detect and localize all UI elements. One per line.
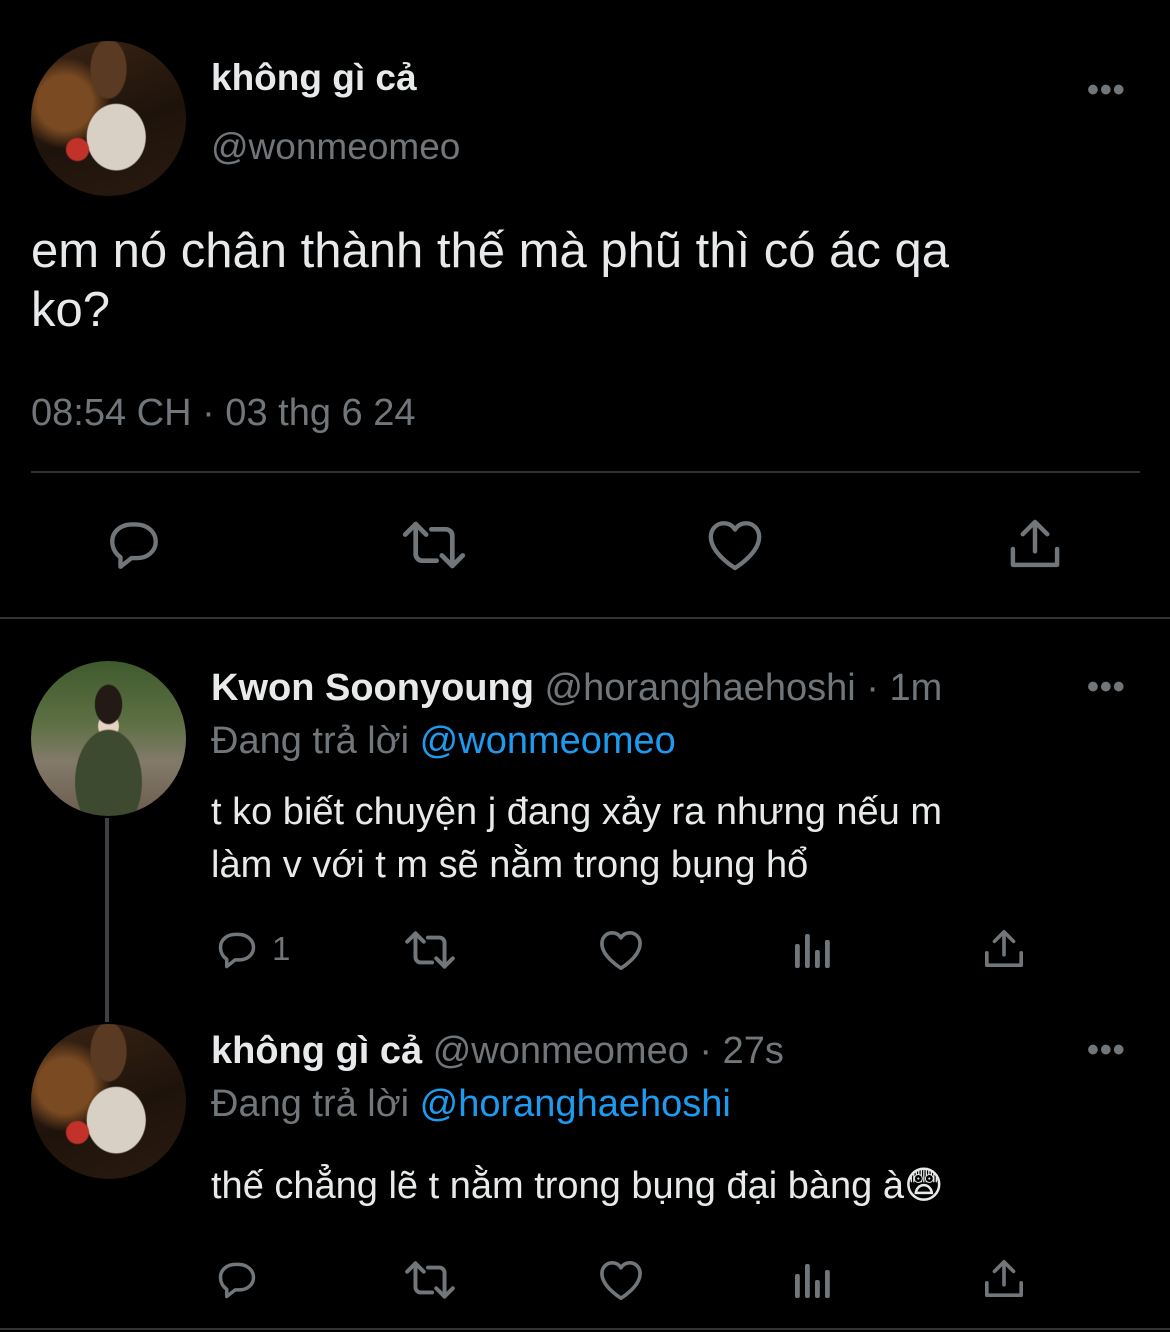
- like-icon: [708, 521, 762, 571]
- reply-handle[interactable]: @horanghaehoshi: [545, 667, 856, 709]
- replying-to: Đang trả lời @horanghaehoshi: [211, 1083, 731, 1126]
- reply-display-name[interactable]: Kwon Soonyoung: [211, 667, 534, 709]
- more-options-button[interactable]: •••: [1087, 670, 1126, 704]
- author-avatar[interactable]: [31, 41, 186, 196]
- reply-text-line: thế chẳng lẽ t nằm trong bụng đại bàng à: [211, 1165, 904, 1207]
- more-options-button[interactable]: •••: [1087, 1033, 1126, 1067]
- replying-label: Đang trả lời: [211, 1083, 410, 1125]
- replying-to-link[interactable]: @horanghaehoshi: [420, 1083, 731, 1125]
- replying-to: Đang trả lời @wonmeomeo: [211, 720, 676, 763]
- reply-text: t ko biết chuyện j đang xảy ra nhưng nếu…: [211, 786, 942, 892]
- like-button[interactable]: [598, 929, 644, 971]
- tweet-text-line: em nó chân thành thế mà phũ thì có ác qa: [31, 224, 950, 278]
- views-icon: [795, 1264, 830, 1298]
- reply-icon: [218, 1262, 256, 1299]
- reply-button[interactable]: [214, 928, 260, 972]
- reply-header: không gì cả @wonmeomeo · 27s: [211, 1030, 784, 1073]
- reply-time[interactable]: · 27s: [699, 1030, 783, 1072]
- reply-text-line: làm v với t m sẽ nằm trong bụng hổ: [211, 844, 809, 886]
- like-button[interactable]: [706, 518, 764, 572]
- fearful-face-emoji: 😨: [903, 1165, 944, 1207]
- like-icon: [600, 931, 642, 970]
- share-button[interactable]: [983, 927, 1025, 971]
- reply-handle[interactable]: @wonmeomeo: [433, 1030, 689, 1072]
- views-button[interactable]: [792, 1260, 834, 1300]
- reply-display-name[interactable]: không gì cả: [211, 1030, 422, 1072]
- reply-text-line: t ko biết chuyện j đang xảy ra nhưng nếu…: [211, 791, 942, 833]
- divider: [31, 471, 1140, 473]
- like-icon: [600, 1261, 642, 1300]
- tweet-text-line: ko?: [31, 283, 111, 337]
- author-display-name[interactable]: không gì cả: [211, 57, 417, 99]
- retweet-button[interactable]: [400, 518, 468, 572]
- like-button[interactable]: [598, 1259, 644, 1301]
- retweet-icon: [405, 931, 455, 969]
- share-icon: [1010, 519, 1060, 568]
- reply-button[interactable]: [104, 516, 164, 574]
- reply-header: Kwon Soonyoung @horanghaehoshi · 1m: [211, 667, 942, 710]
- reply-button[interactable]: [214, 1258, 260, 1302]
- section-divider: [0, 617, 1170, 619]
- reply-icon: [110, 522, 158, 569]
- reply-text: thế chẳng lẽ t nằm trong bụng đại bàng à…: [211, 1163, 944, 1208]
- replying-label: Đang trả lời: [211, 720, 410, 762]
- views-button[interactable]: [792, 930, 834, 970]
- reply-avatar[interactable]: [31, 661, 186, 816]
- views-icon: [795, 934, 830, 968]
- share-button[interactable]: [983, 1257, 1025, 1301]
- retweet-button[interactable]: [403, 1259, 457, 1301]
- share-button[interactable]: [1008, 516, 1062, 572]
- reply-icon: [218, 932, 256, 969]
- tweet-timestamp[interactable]: 08:54 CH · 03 thg 6 24: [31, 392, 415, 435]
- retweet-icon: [402, 521, 466, 569]
- reply-avatar[interactable]: [31, 1024, 186, 1179]
- replying-to-link[interactable]: @wonmeomeo: [420, 720, 676, 762]
- share-icon: [985, 1260, 1023, 1298]
- retweet-icon: [405, 1261, 455, 1299]
- retweet-button[interactable]: [403, 929, 457, 971]
- thread-connector: [105, 818, 109, 1022]
- bottom-divider: [0, 1328, 1170, 1330]
- author-handle[interactable]: @wonmeomeo: [211, 126, 460, 168]
- reply-time[interactable]: · 1m: [866, 667, 942, 709]
- tweet-text: em nó chân thành thế mà phũ thì có ác qa…: [31, 222, 949, 340]
- reply-count: 1: [272, 930, 291, 967]
- more-options-button[interactable]: •••: [1087, 73, 1126, 107]
- share-icon: [985, 930, 1023, 968]
